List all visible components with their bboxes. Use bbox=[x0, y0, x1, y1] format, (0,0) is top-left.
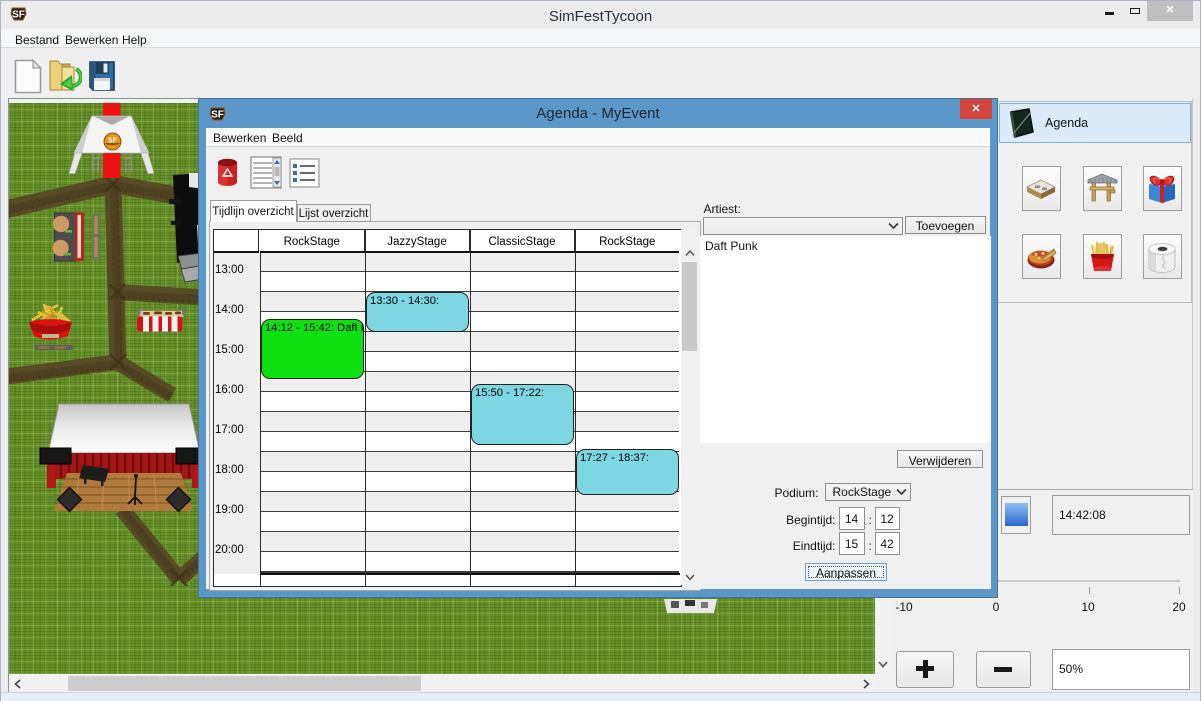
svg-text:SF: SF bbox=[108, 137, 118, 144]
